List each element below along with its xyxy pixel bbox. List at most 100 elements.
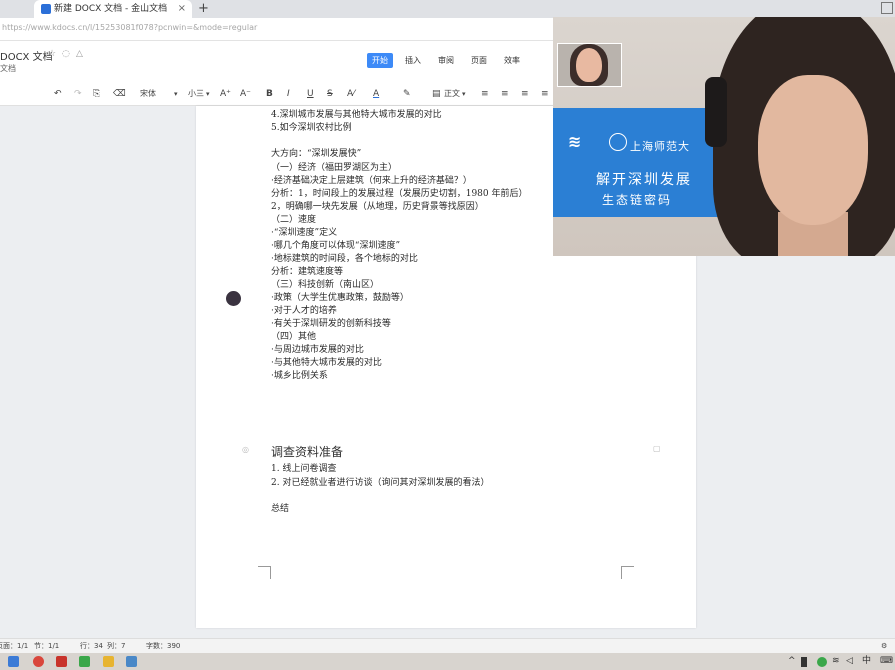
- warning-icon[interactable]: △: [76, 49, 83, 59]
- doc-line[interactable]: ·经济基础决定上层建筑（何来上升的经济基础？）: [271, 175, 472, 187]
- volume-icon[interactable]: ◁: [846, 655, 853, 668]
- comment-icon[interactable]: ▢: [653, 444, 661, 453]
- logo-icon: ≋: [568, 132, 582, 151]
- banner-brand: 上海师范大: [630, 140, 690, 153]
- section-count: 节：1/1: [34, 642, 60, 650]
- wechat-icon[interactable]: [79, 656, 90, 667]
- doc-line[interactable]: 大方向：“深圳发展快”: [271, 148, 361, 160]
- page-margin-corner: [621, 566, 634, 579]
- window-restore-icon[interactable]: [881, 2, 893, 14]
- chevron-down-icon[interactable]: ▾: [462, 87, 466, 101]
- font-effect-icon[interactable]: A⁄: [347, 87, 355, 101]
- battery-icon[interactable]: [801, 657, 807, 667]
- start-icon[interactable]: [8, 656, 19, 667]
- doc-line[interactable]: （三）科技创新（南山区）: [271, 279, 379, 291]
- grow-font-icon[interactable]: A⁺: [220, 87, 231, 101]
- ime-indicator[interactable]: 中: [862, 655, 871, 668]
- page-count: 页面：1/1: [0, 642, 29, 650]
- list-item[interactable]: 2. 对已经就业者进行访谈（询问其对深圳发展的看法）: [271, 477, 489, 489]
- undo-icon[interactable]: ↶: [54, 87, 62, 101]
- banner-line1: 解开深圳发展: [596, 172, 692, 188]
- keyboard-icon[interactable]: ⌨: [880, 655, 893, 668]
- align-right-icon[interactable]: ≡: [521, 87, 529, 101]
- document-subtitle: 文档: [0, 64, 16, 73]
- doc-line[interactable]: ·有关于深圳研发的创新科技等: [271, 318, 391, 330]
- font-size-select[interactable]: 小三: [188, 87, 204, 101]
- word-count: 字数：390: [146, 642, 181, 650]
- banner-line2: 生态链密码: [602, 193, 673, 207]
- tab-title: 新建 DOCX 文档 - 金山文档: [54, 4, 168, 14]
- doc-line[interactable]: ·对于人才的培养: [271, 305, 337, 317]
- font-name-select[interactable]: 宋体: [140, 87, 156, 101]
- wps-icon[interactable]: [56, 656, 67, 667]
- clear-format-icon[interactable]: ⌫: [113, 87, 126, 101]
- star-icon[interactable]: ☆: [48, 49, 56, 59]
- browser-tabbar: 新建 DOCX 文档 - 金山文档 × +: [0, 0, 895, 18]
- tray-expand-icon[interactable]: ^: [788, 655, 796, 668]
- paragraph-handle-icon[interactable]: ◎: [242, 445, 249, 454]
- doc-line[interactable]: 分析：1，时间段上的发展过程（发展历史切割，1980 年前后）: [271, 188, 528, 200]
- document-icon: [41, 4, 51, 14]
- collaborator-avatar[interactable]: [226, 291, 241, 306]
- tab-insert[interactable]: 插入: [400, 53, 426, 68]
- list-item[interactable]: 1. 线上问卷调查: [271, 463, 336, 475]
- style-select[interactable]: 正文: [444, 87, 460, 101]
- doc-line[interactable]: 4.深圳城市发展与其他特大城市发展的对比: [271, 109, 442, 121]
- chevron-down-icon[interactable]: ▾: [206, 87, 210, 101]
- doc-line[interactable]: ·哪几个角度可以体现“深圳速度”: [271, 240, 400, 252]
- university-seal-icon: [609, 133, 627, 151]
- tab-review[interactable]: 审阅: [433, 53, 459, 68]
- doc-line[interactable]: ·与其他特大城市发展的对比: [271, 357, 382, 369]
- new-tab-button[interactable]: +: [198, 0, 209, 18]
- url-text: https://www.kdocs.cn/l/15253081f078?pcnw…: [2, 23, 258, 32]
- headphone-icon: [705, 77, 727, 147]
- doc-line[interactable]: 分析：建筑速度等: [271, 266, 343, 278]
- page-margin-corner: [258, 566, 271, 579]
- os-taskbar: ^ ≋ ◁ 中 ⌨: [0, 653, 895, 670]
- app-icon[interactable]: [126, 656, 137, 667]
- settings-icon[interactable]: ⚙: [881, 640, 887, 652]
- bold-button[interactable]: B: [266, 87, 273, 101]
- browser-tab[interactable]: 新建 DOCX 文档 - 金山文档 ×: [34, 0, 192, 18]
- redo-icon[interactable]: ↷: [74, 87, 82, 101]
- highlight-icon[interactable]: ✎: [403, 87, 411, 101]
- folder-icon[interactable]: [103, 656, 114, 667]
- wifi-icon[interactable]: ≋: [832, 655, 840, 668]
- font-color-button[interactable]: A: [373, 87, 379, 101]
- doc-line[interactable]: （二）速度: [271, 214, 316, 226]
- doc-line[interactable]: ·地标建筑的时间段，各个地标的对比: [271, 253, 418, 265]
- align-center-icon[interactable]: ≡: [501, 87, 509, 101]
- doc-line[interactable]: ·城乡比例关系: [271, 370, 328, 382]
- tab-start[interactable]: 开始: [367, 53, 393, 68]
- doc-line[interactable]: （四）其他: [271, 331, 316, 343]
- doc-line[interactable]: 总结: [271, 503, 289, 515]
- doc-line[interactable]: （一）经济（福田罗湖区为主）: [271, 162, 397, 174]
- tab-close-button[interactable]: ×: [178, 0, 186, 18]
- strikethrough-button[interactable]: S: [327, 87, 333, 101]
- chevron-down-icon[interactable]: ▾: [174, 87, 178, 101]
- chrome-icon[interactable]: [33, 656, 44, 667]
- video-call-window[interactable]: ≋ 上海师范大 解开深圳发展 生态链密码: [553, 17, 895, 256]
- shrink-font-icon[interactable]: A⁻: [240, 87, 251, 101]
- align-left-icon[interactable]: ≡: [481, 87, 489, 101]
- self-view-thumbnail[interactable]: [557, 43, 622, 87]
- document-title[interactable]: DOCX 文档: [0, 48, 53, 63]
- format-painter-icon[interactable]: ⎘: [93, 87, 100, 101]
- tab-efficiency[interactable]: 效率: [499, 53, 525, 68]
- tab-page[interactable]: 页面: [466, 53, 492, 68]
- status-bar: 页面：1/1 节：1/1 行：34 列：7 字数：390 ⚙: [0, 638, 895, 653]
- security-icon[interactable]: [817, 657, 827, 667]
- justify-icon[interactable]: ≡: [541, 87, 549, 101]
- cloud-icon[interactable]: ◌: [62, 49, 70, 59]
- underline-button[interactable]: U: [307, 87, 314, 101]
- doc-line[interactable]: ·“深圳速度”定义: [271, 227, 337, 239]
- section-heading[interactable]: 调查资料准备: [271, 443, 343, 460]
- doc-line[interactable]: 5.如今深圳农村比例: [271, 122, 352, 134]
- column-count: 列：7: [107, 642, 126, 650]
- doc-line[interactable]: ·与周边城市发展的对比: [271, 344, 364, 356]
- doc-line[interactable]: 2，明确哪一块先发展（从地理，历史背景等找原因）: [271, 201, 484, 213]
- doc-line[interactable]: ·政策（大学生优惠政策，鼓励等）: [271, 292, 409, 304]
- row-count: 行：34: [80, 642, 103, 650]
- italic-button[interactable]: I: [287, 87, 290, 101]
- style-icon[interactable]: ▤: [432, 87, 441, 101]
